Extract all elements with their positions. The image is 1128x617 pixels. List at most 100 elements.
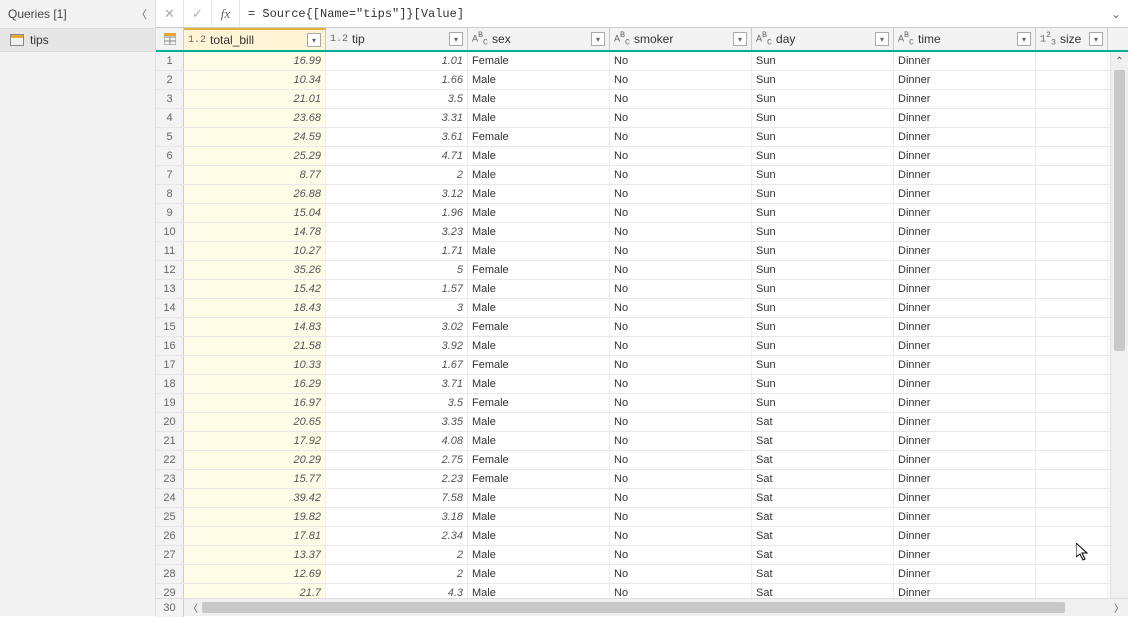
cell-size[interactable]	[1036, 508, 1108, 526]
cell-tip[interactable]: 3.23	[326, 223, 468, 241]
column-filter-icon[interactable]: ▾	[1089, 32, 1103, 46]
cell-sex[interactable]: Male	[468, 109, 610, 127]
cell-smoker[interactable]: No	[610, 356, 752, 374]
cell-tip[interactable]: 3.61	[326, 128, 468, 146]
cell-size[interactable]	[1036, 109, 1108, 127]
cell-sex[interactable]: Male	[468, 489, 610, 507]
cell-smoker[interactable]: No	[610, 280, 752, 298]
row-number[interactable]: 26	[156, 527, 184, 545]
row-number[interactable]: 3	[156, 90, 184, 108]
cell-time[interactable]: Dinner	[894, 451, 1036, 469]
cell-smoker[interactable]: No	[610, 261, 752, 279]
cell-size[interactable]	[1036, 356, 1108, 374]
table-row[interactable]: 2519.823.18MaleNoSatDinner	[156, 508, 1110, 527]
row-number[interactable]: 17	[156, 356, 184, 374]
row-number[interactable]: 6	[156, 147, 184, 165]
cell-smoker[interactable]: No	[610, 128, 752, 146]
cell-time[interactable]: Dinner	[894, 223, 1036, 241]
cell-size[interactable]	[1036, 185, 1108, 203]
table-row[interactable]: 1514.833.02FemaleNoSunDinner	[156, 318, 1110, 337]
column-header-size[interactable]: 123size▾	[1036, 28, 1108, 50]
cell-smoker[interactable]: No	[610, 375, 752, 393]
cell-day[interactable]: Sun	[752, 394, 894, 412]
cell-day[interactable]: Sun	[752, 299, 894, 317]
query-item-tips[interactable]: tips	[0, 28, 155, 52]
table-row[interactable]: 2220.292.75FemaleNoSatDinner	[156, 451, 1110, 470]
cell-tip[interactable]: 3.31	[326, 109, 468, 127]
row-number[interactable]: 28	[156, 565, 184, 583]
cell-smoker[interactable]: No	[610, 223, 752, 241]
cell-total_bill[interactable]: 23.68	[184, 109, 326, 127]
cell-tip[interactable]: 3.5	[326, 394, 468, 412]
cell-day[interactable]: Sun	[752, 147, 894, 165]
row-number[interactable]: 12	[156, 261, 184, 279]
column-header-time[interactable]: ABCtime▾	[894, 28, 1036, 50]
cell-total_bill[interactable]: 17.81	[184, 527, 326, 545]
cell-time[interactable]: Dinner	[894, 394, 1036, 412]
cell-smoker[interactable]: No	[610, 299, 752, 317]
cell-time[interactable]: Dinner	[894, 527, 1036, 545]
cell-total_bill[interactable]: 17.92	[184, 432, 326, 450]
cell-total_bill[interactable]: 19.82	[184, 508, 326, 526]
cell-tip[interactable]: 4.08	[326, 432, 468, 450]
cell-total_bill[interactable]: 21.01	[184, 90, 326, 108]
cell-sex[interactable]: Male	[468, 565, 610, 583]
table-row[interactable]: 78.772MaleNoSunDinner	[156, 166, 1110, 185]
cell-time[interactable]: Dinner	[894, 90, 1036, 108]
row-number[interactable]: 25	[156, 508, 184, 526]
cell-size[interactable]	[1036, 565, 1108, 583]
table-row[interactable]: 1110.271.71MaleNoSunDinner	[156, 242, 1110, 261]
cell-sex[interactable]: Male	[468, 185, 610, 203]
cell-smoker[interactable]: No	[610, 470, 752, 488]
cell-smoker[interactable]: No	[610, 489, 752, 507]
column-header-smoker[interactable]: ABCsmoker▾	[610, 28, 752, 50]
cell-sex[interactable]: Female	[468, 261, 610, 279]
table-row[interactable]: 625.294.71MaleNoSunDinner	[156, 147, 1110, 166]
vertical-scroll-thumb[interactable]	[1114, 70, 1125, 351]
cell-size[interactable]	[1036, 413, 1108, 431]
table-row[interactable]: 2020.653.35MaleNoSatDinner	[156, 413, 1110, 432]
cell-day[interactable]: Sun	[752, 109, 894, 127]
cell-time[interactable]: Dinner	[894, 242, 1036, 260]
cell-total_bill[interactable]: 25.29	[184, 147, 326, 165]
cell-total_bill[interactable]: 15.04	[184, 204, 326, 222]
cell-smoker[interactable]: No	[610, 166, 752, 184]
cell-sex[interactable]: Male	[468, 71, 610, 89]
cell-sex[interactable]: Male	[468, 337, 610, 355]
cell-total_bill[interactable]: 21.58	[184, 337, 326, 355]
cell-total_bill[interactable]: 26.88	[184, 185, 326, 203]
cell-smoker[interactable]: No	[610, 337, 752, 355]
cell-tip[interactable]: 1.01	[326, 52, 468, 70]
cell-size[interactable]	[1036, 451, 1108, 469]
cell-tip[interactable]: 3.35	[326, 413, 468, 431]
cell-sex[interactable]: Male	[468, 546, 610, 564]
cell-day[interactable]: Sun	[752, 128, 894, 146]
table-row[interactable]: 2439.427.58MaleNoSatDinner	[156, 489, 1110, 508]
cell-tip[interactable]: 1.66	[326, 71, 468, 89]
scroll-up-icon[interactable]: ⌃	[1111, 52, 1128, 70]
horizontal-scrollbar[interactable]: 30 〈 〉	[156, 598, 1128, 616]
cell-day[interactable]: Sat	[752, 413, 894, 431]
cell-total_bill[interactable]: 14.83	[184, 318, 326, 336]
cell-time[interactable]: Dinner	[894, 299, 1036, 317]
cell-smoker[interactable]: No	[610, 584, 752, 598]
cell-tip[interactable]: 4.71	[326, 147, 468, 165]
cell-day[interactable]: Sun	[752, 223, 894, 241]
cell-sex[interactable]: Female	[468, 394, 610, 412]
cell-smoker[interactable]: No	[610, 508, 752, 526]
cell-smoker[interactable]: No	[610, 109, 752, 127]
cell-time[interactable]: Dinner	[894, 261, 1036, 279]
cell-day[interactable]: Sun	[752, 242, 894, 260]
cell-sex[interactable]: Male	[468, 204, 610, 222]
cell-day[interactable]: Sun	[752, 52, 894, 70]
row-number[interactable]: 20	[156, 413, 184, 431]
cell-total_bill[interactable]: 12.69	[184, 565, 326, 583]
cell-size[interactable]	[1036, 584, 1108, 598]
cell-tip[interactable]: 3.02	[326, 318, 468, 336]
column-filter-icon[interactable]: ▾	[875, 32, 889, 46]
cell-time[interactable]: Dinner	[894, 71, 1036, 89]
cell-smoker[interactable]: No	[610, 204, 752, 222]
cell-tip[interactable]: 2.34	[326, 527, 468, 545]
cell-total_bill[interactable]: 20.29	[184, 451, 326, 469]
cell-size[interactable]	[1036, 318, 1108, 336]
